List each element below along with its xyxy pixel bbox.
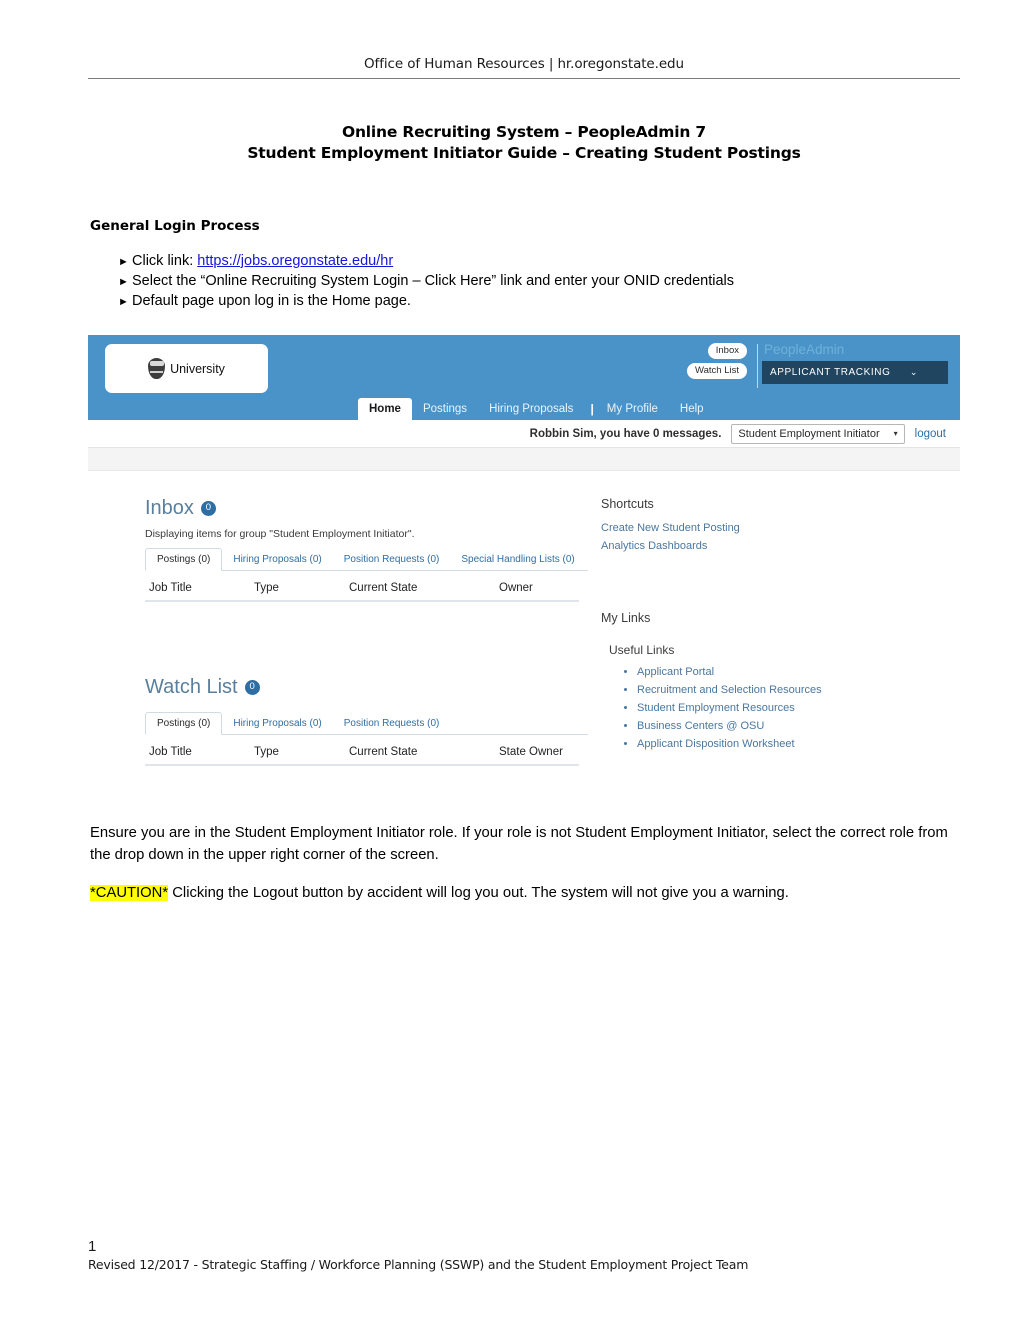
module-select[interactable]: APPLICANT TRACKING ⌄ <box>762 361 948 384</box>
paragraph-role-note: Ensure you are in the Student Employment… <box>90 825 948 863</box>
useful-link-applicant-portal[interactable]: Applicant Portal <box>637 665 960 680</box>
column-header-current-state[interactable]: Current State <box>349 582 499 594</box>
caution-text: Clicking the Logout button by accident w… <box>168 885 789 901</box>
app-sidebar-column: Shortcuts Create New Student Posting Ana… <box>588 497 960 766</box>
watchlist-pill-button[interactable]: Watch List <box>687 363 747 379</box>
list-item-label: Default page upon log in is the Home pag… <box>132 293 411 309</box>
useful-links-heading: Useful Links <box>609 643 675 657</box>
watchlist-panel-title: Watch List 0 <box>145 676 588 698</box>
app-main-column: Inbox 0 Displaying items for group "Stud… <box>88 497 588 766</box>
inbox-count-badge: 0 <box>200 500 216 516</box>
arrow-bullet-icon: ► <box>118 276 129 288</box>
tab-hiring-proposals[interactable]: Hiring Proposals <box>478 398 584 420</box>
footer-note: Revised 12/2017 - Strategic Staffing / W… <box>88 1257 749 1272</box>
page-title: Online Recruiting System – PeopleAdmin 7… <box>88 122 960 164</box>
inbox-tab-postings[interactable]: Postings (0) <box>145 548 223 571</box>
body-paragraphs: Ensure you are in the Student Employment… <box>90 822 958 920</box>
inbox-subtitle: Displaying items for group "Student Empl… <box>145 528 415 540</box>
page-number: 1 <box>88 1238 97 1255</box>
tab-my-profile[interactable]: My Profile <box>596 398 669 420</box>
paragraph-caution: *CAUTION* Clicking the Logout button by … <box>90 882 958 904</box>
inbox-title-label: Inbox <box>145 497 194 519</box>
useful-link-student-employment-resources[interactable]: Student Employment Resources <box>637 701 960 716</box>
inbox-panel-title: Inbox 0 <box>145 497 588 519</box>
logo-label: University <box>170 361 225 376</box>
module-select-label: APPLICANT TRACKING <box>770 367 891 378</box>
watchlist-tabstrip: Postings (0) Hiring Proposals (0) Positi… <box>145 712 588 735</box>
tab-postings[interactable]: Postings <box>412 398 478 420</box>
section-heading-general-login: General Login Process <box>90 218 260 234</box>
list-item: ► Default page upon log in is the Home pa… <box>118 292 958 312</box>
inbox-pill-button[interactable]: Inbox <box>707 343 747 359</box>
embedded-app-screenshot: University Inbox Watch List PeopleAdmin … <box>88 335 960 785</box>
masthead-pill-group: Inbox Watch List <box>687 343 747 379</box>
mylinks-heading: My Links <box>601 611 651 625</box>
logout-button[interactable]: logout <box>915 428 946 440</box>
useful-link-business-centers-osu[interactable]: Business Centers @ OSU <box>637 719 960 734</box>
app-nav: Home Postings Hiring Proposals | My Prof… <box>88 397 960 420</box>
watchlist-tab-hiring-proposals[interactable]: Hiring Proposals (0) <box>222 713 332 734</box>
watchlist-title-label: Watch List <box>145 676 238 698</box>
user-message: Robbin Sim, you have 0 messages. <box>529 427 722 440</box>
shortcut-create-new-student-posting[interactable]: Create New Student Posting <box>601 519 960 537</box>
university-logo[interactable]: University <box>105 344 268 393</box>
inbox-tab-position-requests[interactable]: Position Requests (0) <box>333 549 451 570</box>
title-line-1: Online Recruiting System – PeopleAdmin 7 <box>342 123 706 141</box>
column-header-type[interactable]: Type <box>254 746 349 758</box>
login-steps-list: ► Click link: https://jobs.oregonstate.ed… <box>118 252 958 312</box>
useful-link-recruitment-and-selection-resources[interactable]: Recruitment and Selection Resources <box>637 683 960 698</box>
watchlist-count-badge: 0 <box>244 679 260 695</box>
useful-links-list: Applicant Portal Recruitment and Selecti… <box>601 665 960 752</box>
watchlist-table-header: Job Title Type Current State State Owner <box>145 735 579 766</box>
arrow-bullet-icon: ► <box>118 296 129 308</box>
watchlist-tab-postings[interactable]: Postings (0) <box>145 712 223 735</box>
inbox-tab-special-handling-lists[interactable]: Special Handling Lists (0) <box>450 549 585 570</box>
app-masthead: University Inbox Watch List PeopleAdmin … <box>88 335 960 420</box>
column-header-state-owner[interactable]: State Owner <box>499 746 579 758</box>
column-header-job-title[interactable]: Job Title <box>149 582 254 594</box>
tab-help[interactable]: Help <box>669 398 715 420</box>
page-footer: 1 Revised 12/2017 - Strategic Staffing /… <box>88 1238 960 1273</box>
watchlist-tab-position-requests[interactable]: Position Requests (0) <box>333 713 451 734</box>
inbox-table-header: Job Title Type Current State Owner <box>145 571 579 602</box>
list-item-label: Select the “Online Recruiting System Log… <box>132 273 735 289</box>
caution-label: *CAUTION* <box>90 885 169 901</box>
list-item-label: Click link: <box>132 253 198 269</box>
shield-crest-icon <box>148 358 166 379</box>
brand-block: PeopleAdmin APPLICANT TRACKING ⌄ <box>762 342 948 384</box>
shortcuts-heading: Shortcuts <box>601 497 654 511</box>
role-select[interactable]: Student Employment Initiator ▾ <box>731 423 905 444</box>
masthead-divider <box>757 344 758 388</box>
arrow-bullet-icon: ► <box>118 256 129 268</box>
header-divider <box>88 78 960 79</box>
shortcut-analytics-dashboards[interactable]: Analytics Dashboards <box>601 537 960 555</box>
column-header-owner[interactable]: Owner <box>499 582 579 594</box>
inbox-tab-hiring-proposals[interactable]: Hiring Proposals (0) <box>222 549 332 570</box>
column-header-job-title[interactable]: Job Title <box>149 746 254 758</box>
list-item: ► Click link: https://jobs.oregonstate.ed… <box>118 252 958 272</box>
role-select-label: Student Employment Initiator <box>738 427 880 440</box>
breadcrumb-bar <box>88 448 960 471</box>
page-header: Office of Human Resources | hr.oregonsta… <box>88 56 960 79</box>
chevron-down-icon: ⌄ <box>909 367 918 377</box>
brand-name: PeopleAdmin <box>764 342 845 357</box>
list-item: ► Select the “Online Recruiting System Lo… <box>118 272 958 292</box>
tab-home[interactable]: Home <box>358 398 412 420</box>
inbox-tabstrip: Postings (0) Hiring Proposals (0) Positi… <box>145 548 588 571</box>
page-header-text: Office of Human Resources | hr.oregonsta… <box>364 56 684 72</box>
jobs-portal-link[interactable]: https://jobs.oregonstate.edu/hr <box>197 253 393 269</box>
nav-separator: | <box>590 402 594 416</box>
app-userbar: Robbin Sim, you have 0 messages. Student… <box>88 420 960 448</box>
app-body: Inbox 0 Displaying items for group "Stud… <box>88 471 960 766</box>
title-line-2: Student Employment Initiator Guide – Cre… <box>247 144 801 162</box>
column-header-current-state[interactable]: Current State <box>349 746 499 758</box>
useful-link-applicant-disposition-worksheet[interactable]: Applicant Disposition Worksheet <box>637 737 960 752</box>
column-header-type[interactable]: Type <box>254 582 349 594</box>
chevron-down-icon: ▾ <box>893 429 898 438</box>
